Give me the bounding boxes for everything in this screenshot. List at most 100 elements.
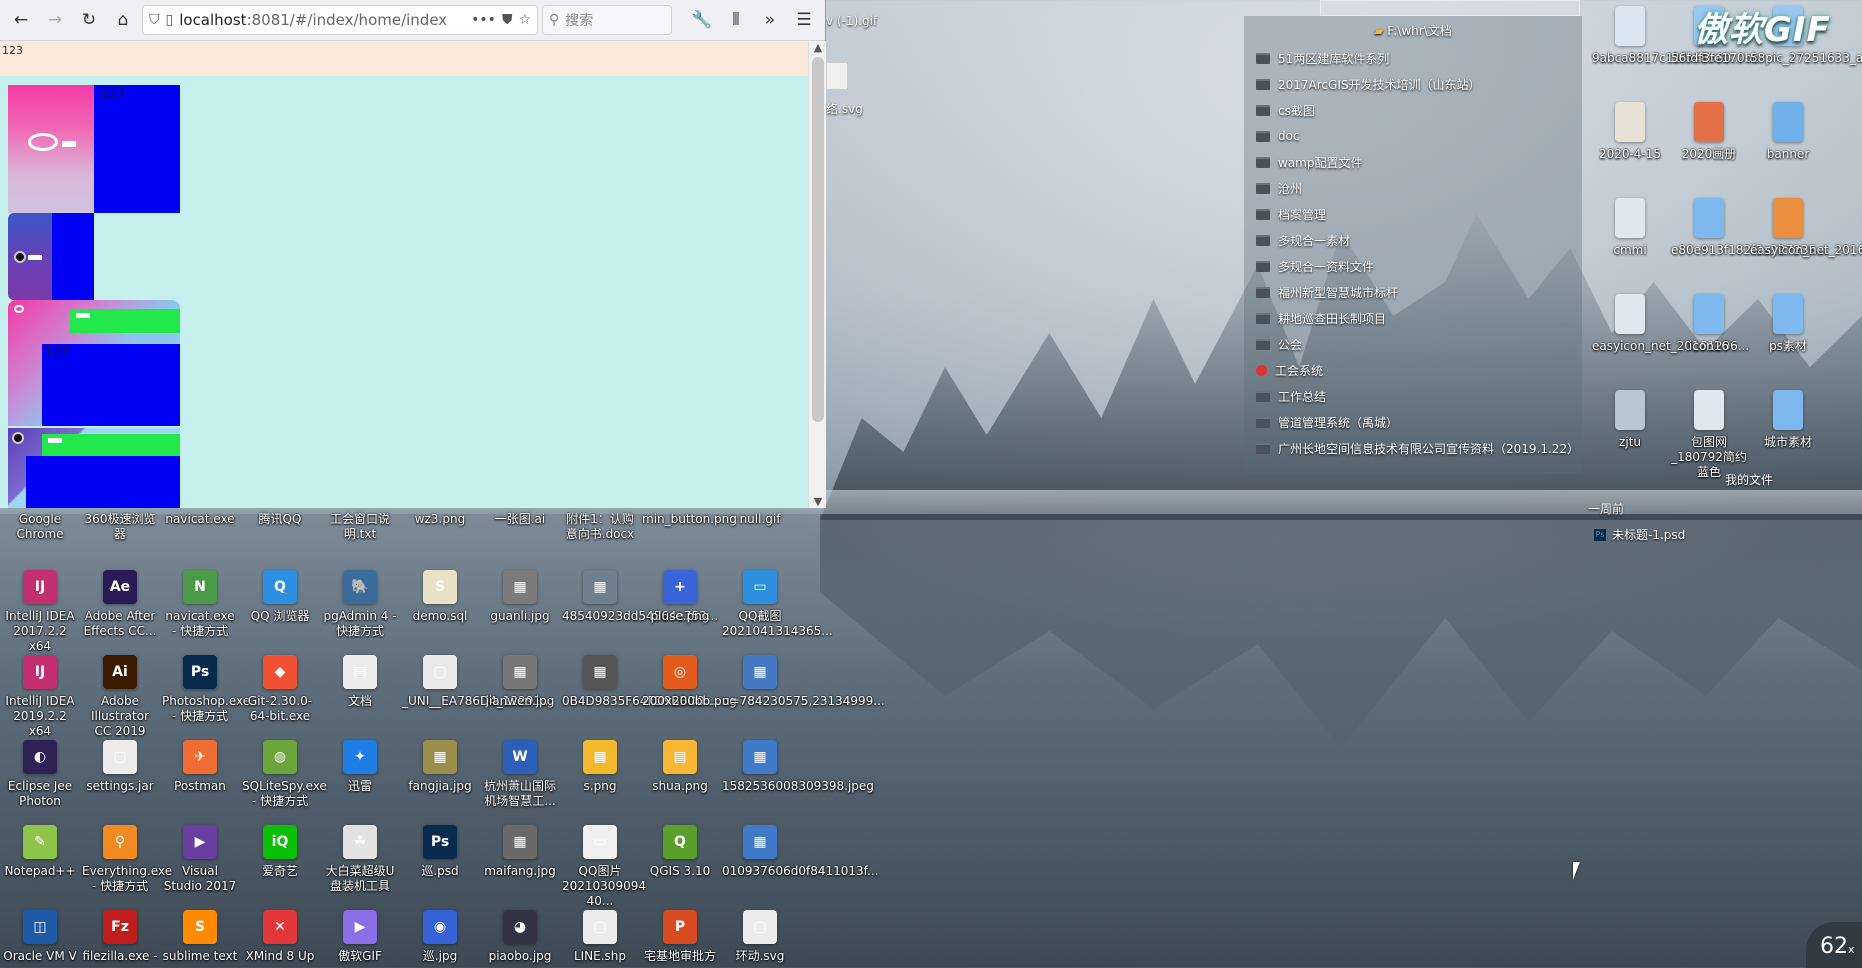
- desktop-icon[interactable]: ◍ SQLiteSpy.exe - 快捷方式: [242, 740, 327, 809]
- desktop-icon[interactable]: ▣wz3.png: [402, 512, 478, 527]
- desktop-icon[interactable]: ✦ 迅雷: [322, 740, 398, 794]
- desktop-icon[interactable]: ▢ 环动.svg: [722, 910, 798, 964]
- search-box[interactable]: ⚲ 搜索: [542, 5, 672, 35]
- folder-item[interactable]: doc: [1244, 123, 1582, 149]
- desktop-icon[interactable]: ⚲ Everything.exe - 快捷方式: [82, 825, 172, 894]
- library-icon[interactable]: ⫴: [721, 5, 751, 35]
- folder-item[interactable]: 档案管理: [1244, 201, 1582, 227]
- desktop-icon[interactable]: ◐ Eclipse Jee Photon: [2, 740, 78, 809]
- desktop-icon[interactable]: ◎ 200x200bb.png: [642, 655, 737, 709]
- desktop-icon[interactable]: IJ IntelliJ IDEA 2017.2.2 x64: [2, 570, 78, 654]
- folder-shortcut[interactable]: easyicon_net_20161205...: [1750, 198, 1862, 258]
- desktop-icon[interactable]: ▦ fangjia.jpg: [402, 740, 478, 794]
- desktop-icon[interactable]: ▭ QQ图片20210309094​40...: [562, 825, 646, 909]
- desktop-icon[interactable]: Q QGIS 3.10: [642, 825, 718, 879]
- page-info-icon[interactable]: ▯: [166, 12, 174, 28]
- folder-shortcut[interactable]: 9abca8817c11fb48b60...: [1592, 6, 1742, 66]
- desktop-icon[interactable]: 🐘 pgAdmin 4 - 快捷方式: [322, 570, 398, 639]
- folder-shortcut[interactable]: e80e913f182f3a227235...: [1671, 198, 1828, 258]
- desktop-icon[interactable]: ▦ 010937606d0f8411013f...: [722, 825, 878, 879]
- desktop-icon[interactable]: ▢ LINE.shp: [562, 910, 638, 964]
- desktop-icon[interactable]: Fz filezilla.exe -: [82, 910, 158, 964]
- desktop-icon[interactable]: ▤ 文档: [322, 655, 398, 709]
- shield-icon[interactable]: ⛉: [149, 12, 160, 28]
- desktop-icon[interactable]: ▦ guanli.jpg: [482, 570, 558, 624]
- pocket-icon[interactable]: ⛊: [502, 12, 513, 28]
- recent-file-item[interactable]: Ps 未标题-1.psd: [1594, 526, 1685, 543]
- desktop-icon[interactable]: ▦ maifang.jpg: [482, 825, 558, 879]
- desktop-icon[interactable]: ▭min_button.png: [642, 512, 737, 527]
- page-actions-icon[interactable]: •••: [471, 12, 496, 28]
- folder-shortcut[interactable]: 2020-4-15: [1592, 102, 1668, 162]
- folder-shortcut[interactable]: ps素材: [1750, 294, 1826, 354]
- folder-item[interactable]: 公会: [1244, 331, 1582, 357]
- desktop-icon[interactable]: Ps 巡.psd: [402, 825, 478, 879]
- desktop-icon[interactable]: ✈ Postman: [162, 740, 238, 794]
- folder-item[interactable]: 工作总结: [1244, 383, 1582, 409]
- folder-item[interactable]: 多规合一素材: [1244, 227, 1582, 253]
- folder-item[interactable]: wamp配置文件: [1244, 149, 1582, 175]
- desktop-icon[interactable]: ☘ 大白菜超级U盘装机工具: [322, 825, 398, 894]
- desktop-icon[interactable]: W附件1：认购意向书.docx: [562, 512, 638, 542]
- desktop-icon[interactable]: + pluse.png: [642, 570, 718, 624]
- folder-shortcut[interactable]: zjtu: [1592, 390, 1668, 450]
- desktop-icon[interactable]: ▦ u=784230575,23134999...: [722, 655, 885, 709]
- overflow-chevron-icon[interactable]: »: [755, 5, 785, 35]
- folder-item[interactable]: 广州长地空间信息技术有限公司宣传资料（2019.1.22）: [1244, 435, 1582, 461]
- folder-item[interactable]: 耕地巡查田长制项目: [1244, 305, 1582, 331]
- folder-item[interactable]: 工会系统: [1244, 357, 1582, 383]
- scroll-thumb[interactable]: [812, 57, 824, 422]
- purple-tile[interactable]: [8, 213, 52, 300]
- folder-shortcut[interactable]: icon16: [1671, 294, 1747, 354]
- folder-shortcut[interactable]: 城市素材: [1750, 390, 1826, 450]
- folder-item[interactable]: 51两区建库软件系列: [1244, 45, 1582, 71]
- folder-item[interactable]: cs截图: [1244, 97, 1582, 123]
- desktop-icon[interactable]: ▢ _UNI__EA786D4_12291...: [402, 655, 553, 709]
- desktop-icon[interactable]: ✕ XMind 8 Up: [242, 910, 318, 964]
- desktop-icon[interactable]: ✎ Notepad++: [2, 825, 78, 879]
- desktop-icon[interactable]: ▦ jianwen.jpg: [482, 655, 558, 709]
- desktop-icon[interactable]: Nnavicat.exe: [162, 512, 238, 527]
- desktop-icon[interactable]: ●Google Chrome: [2, 512, 78, 542]
- desktop-icon[interactable]: ▦ 48540923dd54564e753...: [562, 570, 718, 624]
- desktop-icon[interactable]: Ps Photoshop.exe - 快捷方式: [162, 655, 250, 724]
- home-icon[interactable]: ⌂: [108, 5, 138, 35]
- desktop-icon[interactable]: Ae Adobe After Effects CC...: [82, 570, 158, 639]
- folder-item[interactable]: 管道管理系统（禹城）: [1244, 409, 1582, 435]
- desktop-icon[interactable]: ▶ Visual Studio 2017: [162, 825, 238, 894]
- forward-icon[interactable]: →: [40, 5, 70, 35]
- desktop-icon[interactable]: ▢ settings.jar: [82, 740, 158, 794]
- desktop-icon[interactable]: IJ IntelliJ IDEA 2019.2.2 x64: [2, 655, 78, 739]
- desktop-icon[interactable]: Ai Adobe Illustrator CC 2019: [82, 655, 158, 739]
- desktop-icon[interactable]: Sdemo.sql: [402, 570, 478, 624]
- desktop-icon[interactable]: ▢null.gif: [722, 512, 798, 527]
- scroll-down-icon[interactable]: ▼: [809, 495, 827, 508]
- desktop-icon[interactable]: ▶ 傲软GIF: [322, 910, 398, 964]
- desktop-icon[interactable]: Ai一张图.ai: [482, 512, 558, 527]
- desktop-icon[interactable]: ◕ piaobo.jpg: [482, 910, 558, 964]
- desktop-icon[interactable]: P 宅基地审批方: [642, 910, 718, 964]
- desktop-icon[interactable]: ▤ shua.png: [642, 740, 718, 794]
- desktop-icon[interactable]: ◉360极速浏览器: [82, 512, 158, 542]
- desktop-label-gif[interactable]: v (-1).gif: [826, 14, 877, 28]
- desktop-icon[interactable]: W 杭州萧山国际机场智慧工...: [482, 740, 558, 809]
- desktop-icon[interactable]: ▦ s.png: [562, 740, 638, 794]
- desktop-icon[interactable]: iQ 爱奇艺: [242, 825, 318, 879]
- reload-icon[interactable]: ↻: [74, 5, 104, 35]
- scroll-up-icon[interactable]: ▲: [809, 41, 827, 54]
- folder-shortcut[interactable]: 包图网_180792简约蓝色: [1671, 390, 1747, 480]
- folder-shortcut[interactable]: cmmi: [1592, 198, 1668, 258]
- desktop-icon[interactable]: Ssublime text: [162, 910, 238, 964]
- folder-item[interactable]: 2017ArcGIS开发技术培训（山东站）: [1244, 71, 1582, 97]
- bookmark-star-icon[interactable]: ☆: [518, 12, 531, 28]
- menu-icon[interactable]: ☰: [789, 5, 819, 35]
- desktop-icon[interactable]: Nnavicat.exe - 快捷方式: [162, 570, 238, 639]
- desktop-icon[interactable]: ▦ 0B4D9835F64FD9BBD0...: [562, 655, 716, 709]
- back-icon[interactable]: ←: [6, 5, 36, 35]
- desktop-icon[interactable]: ◫ Oracle VM V: [2, 910, 78, 964]
- desktop-icon[interactable]: ◆ Git-2.30.0-64-bit.exe: [242, 655, 318, 724]
- folder-shortcut[interactable]: 2020画册: [1671, 102, 1747, 162]
- pink-banner-tile[interactable]: [8, 85, 94, 213]
- desktop-icon[interactable]: ▦ 1582536008309398.jpeg: [722, 740, 874, 794]
- desktop-icon[interactable]: ≡工会窗口说明.txt: [322, 512, 398, 542]
